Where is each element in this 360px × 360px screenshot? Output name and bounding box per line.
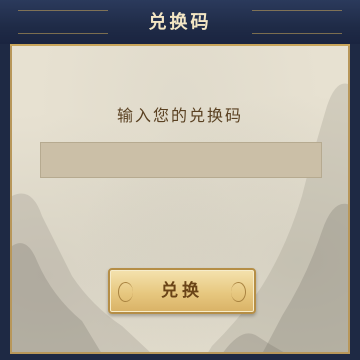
frame-right (350, 44, 360, 360)
redeem-code-input[interactable] (40, 142, 322, 178)
dialog-header: 兑换码 (0, 0, 360, 46)
cloud-ornament-icon (118, 282, 133, 302)
dialog-title: 兑换码 (148, 12, 212, 33)
redeem-prompt: 输入您的兑换码 (116, 106, 243, 125)
dialog-body: 输入您的兑换码 兑换 (10, 46, 350, 354)
redeem-button[interactable]: 兑换 (108, 268, 256, 314)
frame-left (0, 44, 10, 360)
redeem-code-dialog: 兑换码 输入您的兑换码 兑换 (0, 0, 360, 360)
cloud-ornament-icon (231, 282, 246, 302)
